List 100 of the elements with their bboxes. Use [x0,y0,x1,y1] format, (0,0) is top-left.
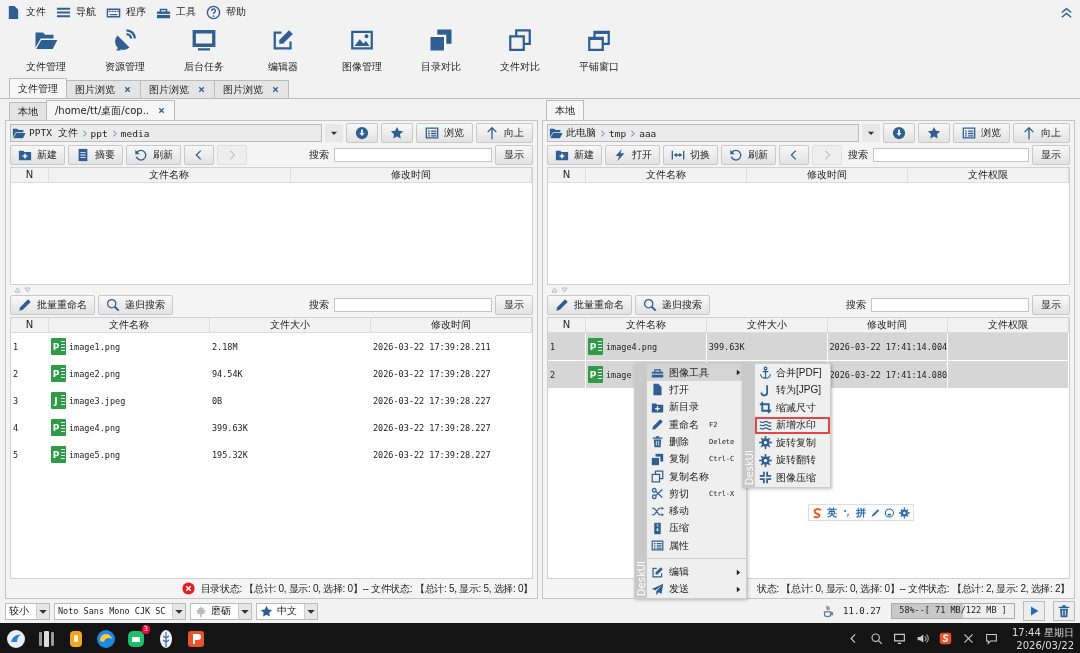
favorite-button[interactable] [381,123,413,143]
open-button[interactable]: 打开 [605,145,660,165]
menu-item[interactable]: 缩减尺寸 [755,399,830,417]
file-row[interactable]: 2 P image2.png 94.54K 2026-03-22 17:39:28.227 [11,360,532,387]
menu-item[interactable]: 压缩 [647,519,746,538]
input-layout[interactable]: 拼 [855,505,866,520]
toolbar-button[interactable]: 文件管理 [6,24,85,78]
toolbar-button[interactable]: 资源管理 [85,24,164,78]
tab[interactable]: 图片浏览 [66,80,141,98]
tab[interactable]: 文件管理 [9,78,67,98]
column-header[interactable]: N [548,168,586,182]
switch-button[interactable]: 切换 [663,145,718,165]
tab[interactable]: /home/tt/桌面/cop.. [46,100,175,120]
dropdown[interactable]: 中文 [256,602,319,620]
app-icon[interactable] [186,628,206,649]
path-field[interactable]: 此电脑 tmp aaa [547,124,859,142]
menu-item[interactable]: 图像压缩 [755,469,830,487]
show-button[interactable]: 显示 [495,145,533,165]
app-icon[interactable] [96,628,116,649]
file-row[interactable]: 1 P image4.png 399.63K 2026-03-22 17:41:14.004 [548,333,1069,361]
gear-icon[interactable] [899,506,910,519]
refresh-button[interactable]: 刷新 [126,145,181,165]
search-icon[interactable] [870,632,883,645]
search-field[interactable] [873,148,1029,162]
column-header[interactable]: 文件名称 [586,318,707,332]
input-method-icon[interactable] [939,632,952,645]
menu-item[interactable]: 复制名称 [647,467,746,486]
logo-icon[interactable] [812,506,823,519]
back-button[interactable] [779,145,809,165]
toolbar-button[interactable]: 后台任务 [164,24,243,78]
file-row[interactable]: 5 P image5.png 195.32K 2026-03-22 17:39:28.227 [11,441,532,468]
menu-item[interactable]: 工具 [156,4,196,20]
column-header[interactable]: 文件大小 [706,318,828,332]
speaker-icon[interactable] [916,632,929,645]
menu-item[interactable]: 帮助 [206,4,246,20]
back-button[interactable] [184,145,214,165]
tab[interactable]: 图片浏览 [214,80,289,98]
chat-icon[interactable] [985,632,998,645]
toolbar-button[interactable]: 文件对比 [480,24,559,78]
toolbar-button[interactable]: 平铺窗口 [559,24,638,78]
face-icon[interactable] [884,506,896,519]
show-button[interactable]: 显示 [495,295,533,315]
menu-item[interactable]: 旋转复制 [755,434,830,452]
run-button[interactable] [1023,601,1045,621]
input-mode[interactable]: 英 [826,505,837,520]
tab[interactable]: 本地 [9,102,47,120]
menu-item[interactable]: 文件 [6,4,46,20]
menu-item[interactable]: 编辑 [647,563,746,581]
summary-button[interactable]: 摘要 [68,145,123,165]
batch-rename-button[interactable]: 批量重命名 [547,295,632,315]
column-header[interactable]: N [11,168,49,182]
download-button[interactable] [883,123,915,143]
column-header[interactable]: 修改时间 [747,168,908,182]
menu-item[interactable]: 导航 [56,4,96,20]
show-button[interactable]: 显示 [1032,145,1070,165]
column-header[interactable]: 修改时间 [290,168,532,182]
column-header[interactable]: 文件权限 [948,318,1069,332]
column-header[interactable]: N [11,318,49,332]
browse-button[interactable]: 浏览 [416,123,473,143]
toolbar-button[interactable]: 目录对比 [401,24,480,78]
column-header[interactable]: 文件名称 [586,168,747,182]
app-icon[interactable] [36,628,56,649]
browse-button[interactable]: 浏览 [953,123,1010,143]
new-button[interactable]: 新建 [547,145,602,165]
menu-item[interactable]: 发送 [647,580,746,599]
menu-item[interactable]: 程序 [106,4,146,20]
file-row[interactable]: 1 P image1.png 2.18M 2026-03-22 17:39:28.211 [11,333,532,360]
dropdown[interactable]: 磨砺 [190,602,253,620]
favorite-button[interactable] [918,123,950,143]
tab[interactable]: 图片浏览 [140,80,215,98]
show-button[interactable]: 显示 [1032,295,1070,315]
column-header[interactable]: 文件名称 [49,168,291,182]
tab[interactable]: 本地 [546,100,584,120]
cross-icon[interactable] [962,632,975,645]
dropdown[interactable]: Noto Sans Mono CJK SC [54,602,187,620]
trash-button[interactable] [1053,601,1075,621]
menu-item[interactable]: 旋转翻转 [755,451,830,469]
menu-item[interactable]: 新目录 [647,398,746,416]
search-field[interactable] [871,298,1029,312]
column-header[interactable]: 文件权限 [908,168,1069,182]
download-button[interactable] [346,123,378,143]
column-header[interactable]: 文件大小 [210,318,371,332]
recursive-search-button[interactable]: 递归搜索 [635,295,710,315]
menu-item[interactable]: 移动 [647,502,746,520]
new-button[interactable]: 新建 [10,145,65,165]
refresh-button[interactable]: 刷新 [721,145,776,165]
app-icon[interactable] [6,628,26,649]
screen-icon[interactable] [893,632,906,645]
up-button[interactable]: 向上 [1013,123,1070,143]
up-button[interactable]: 向上 [476,123,533,143]
dropdown[interactable]: 较小 [5,602,50,620]
column-header[interactable]: 修改时间 [827,318,949,332]
column-header[interactable]: 文件名称 [49,318,210,332]
column-header[interactable]: 修改时间 [371,318,532,332]
column-header[interactable]: N [548,318,586,332]
file-row[interactable]: 3 J image3.jpeg 0B 2026-03-22 17:39:28.227 [11,387,532,414]
menu-item[interactable]: 新增水印 [755,416,830,434]
recursive-search-button[interactable]: 递归搜索 [98,295,173,315]
batch-rename-button[interactable]: 批量重命名 [10,295,95,315]
search-field[interactable] [334,148,492,162]
